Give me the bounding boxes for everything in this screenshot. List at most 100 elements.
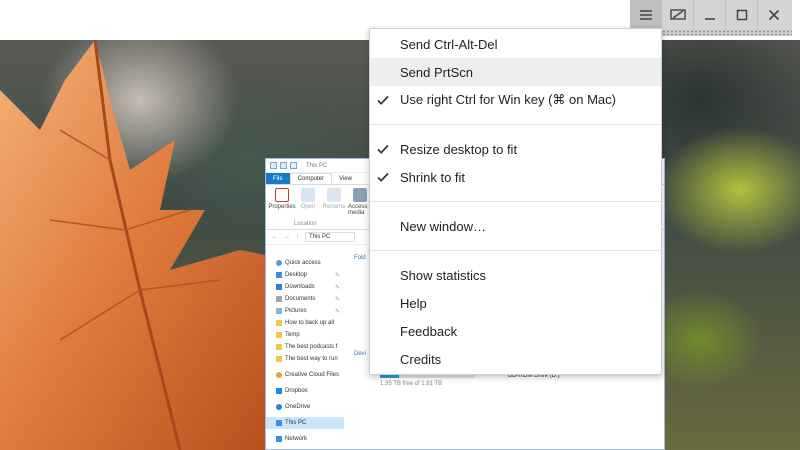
nav-label: Desktop [285,272,308,278]
computer-icon [276,420,282,426]
navigation-pane: Quick access Desktop ✎ Downloads ✎ Documen… [266,251,344,449]
properties-icon [275,188,289,202]
menu-item-label: Use right Ctrl for Win key (⌘ on Mac) [400,92,616,107]
nav-folder[interactable]: Temp [266,329,344,341]
maximize-icon [736,9,747,21]
minimize-icon [704,18,715,20]
desktop-icon [276,272,282,278]
checkmark-icon [377,172,389,182]
nav-label: Documents [285,296,316,302]
tab-file[interactable]: File [266,173,290,184]
nav-label: OneDrive [285,404,311,410]
document-icon [276,296,282,302]
creative-cloud-icon [276,372,282,378]
nav-creative-cloud[interactable]: Creative Cloud Files [266,369,344,381]
folder-icon [276,332,282,338]
nav-documents[interactable]: Documents ✎ [266,293,344,305]
nav-pictures[interactable]: Pictures ✎ [266,305,344,317]
menu-item-label: New window… [400,218,486,234]
checkmark-icon [377,95,389,105]
nav-desktop[interactable]: Desktop ✎ [266,269,344,281]
pin-icon: ✎ [334,308,340,315]
tab-computer[interactable]: Computer [289,173,333,184]
nav-label: Pictures [285,308,307,314]
nav-folder[interactable]: How to back up all [266,317,344,329]
folders-section-header[interactable]: Fold [354,255,366,261]
rename-button[interactable]: Rename [322,188,346,226]
picture-icon [276,308,282,314]
remote-desktop-toolbar [630,0,792,30]
nav-dropbox[interactable]: Dropbox [266,385,344,397]
nav-onedrive[interactable]: OneDrive [266,401,344,413]
properties-label: Properties [268,204,296,210]
nav-quick-access[interactable]: Quick access [266,257,344,269]
menu-item-label: Send Ctrl-Alt-Del [400,36,498,52]
forward-arrow-icon[interactable]: → [284,234,290,240]
menu-item-show-statistics[interactable]: Show statistics [370,261,661,289]
menu-item-send-prtscn[interactable]: Send PrtScn [370,58,661,86]
pin-icon: ✎ [334,296,340,303]
folder-icon [276,320,282,326]
menu-separator [370,124,661,125]
nav-label: Creative Cloud Files [285,372,340,378]
folder-icon [276,356,282,362]
menu-item-send-ctrl-alt-del[interactable]: Send Ctrl-Alt-Del [370,30,661,58]
hamburger-icon [639,10,652,20]
pin-icon: ✎ [334,284,340,291]
nav-label: The best way to run [285,356,338,362]
nav-network[interactable]: Network [266,433,344,445]
menu-item-label: Help [400,295,427,311]
close-button[interactable] [758,0,790,30]
nav-folder[interactable]: The best podcasts f [266,341,344,353]
close-icon [768,9,780,21]
minimize-button[interactable] [694,0,726,30]
menu-item-new-window[interactable]: New window… [370,212,661,240]
rename-label: Rename [322,204,346,210]
nav-label: The best podcasts f [285,344,338,350]
back-arrow-icon[interactable]: ← [272,234,278,240]
nav-label: Quick access [285,260,321,266]
monitor-icon [669,9,686,20]
nav-label: Network [285,436,308,442]
quick-access-toolbar-icon[interactable] [280,162,287,169]
address-path[interactable]: This PC [305,232,355,242]
menu-item-help[interactable]: Help [370,289,661,317]
cloud-icon [276,404,282,410]
nav-label: Dropbox [285,388,308,394]
menu-item-resize-desktop[interactable]: Resize desktop to fit [370,135,661,163]
properties-button[interactable]: Properties [268,188,296,226]
open-label: Open [300,204,316,210]
nav-this-pc[interactable]: This PC [266,417,344,429]
star-icon [276,260,282,266]
maximize-button[interactable] [726,0,758,30]
nav-label: How to back up all [285,320,335,326]
network-icon [276,436,282,442]
nav-downloads[interactable]: Downloads ✎ [266,281,344,293]
remote-desktop-menu: Send Ctrl-Alt-Del Send PrtScn Use right … [369,28,662,375]
tab-view[interactable]: View [332,173,359,184]
devices-section-header[interactable]: Devi [354,351,366,357]
menu-item-label: Feedback [400,323,458,339]
folder-icon [276,344,282,350]
nav-label: Downloads [285,284,315,290]
menu-item-label: Send PrtScn [400,64,473,80]
open-icon [301,188,315,202]
nav-folder[interactable]: The best way to run [266,353,344,365]
nav-label: This PC [285,420,307,426]
access-media-icon [353,188,367,202]
menu-item-label: Credits [400,351,442,367]
menu-separator [370,201,661,202]
ribbon-group-location: Location [294,221,317,227]
menu-button[interactable] [630,0,662,30]
menu-item-shrink-to-fit[interactable]: Shrink to fit [370,163,661,191]
up-arrow-icon[interactable]: ↑ [296,234,299,240]
quick-access-toolbar-icon[interactable] [290,162,297,169]
display-toggle-button[interactable] [662,0,694,30]
download-icon [276,284,282,290]
menu-item-label: Resize desktop to fit [400,141,518,157]
menu-item-feedback[interactable]: Feedback [370,317,661,345]
explorer-title: This PC [306,162,328,169]
menu-item-credits[interactable]: Credits [370,345,661,373]
menu-item-right-ctrl-win-key[interactable]: Use right Ctrl for Win key (⌘ on Mac) [370,86,661,114]
nav-label: Temp [285,332,300,338]
